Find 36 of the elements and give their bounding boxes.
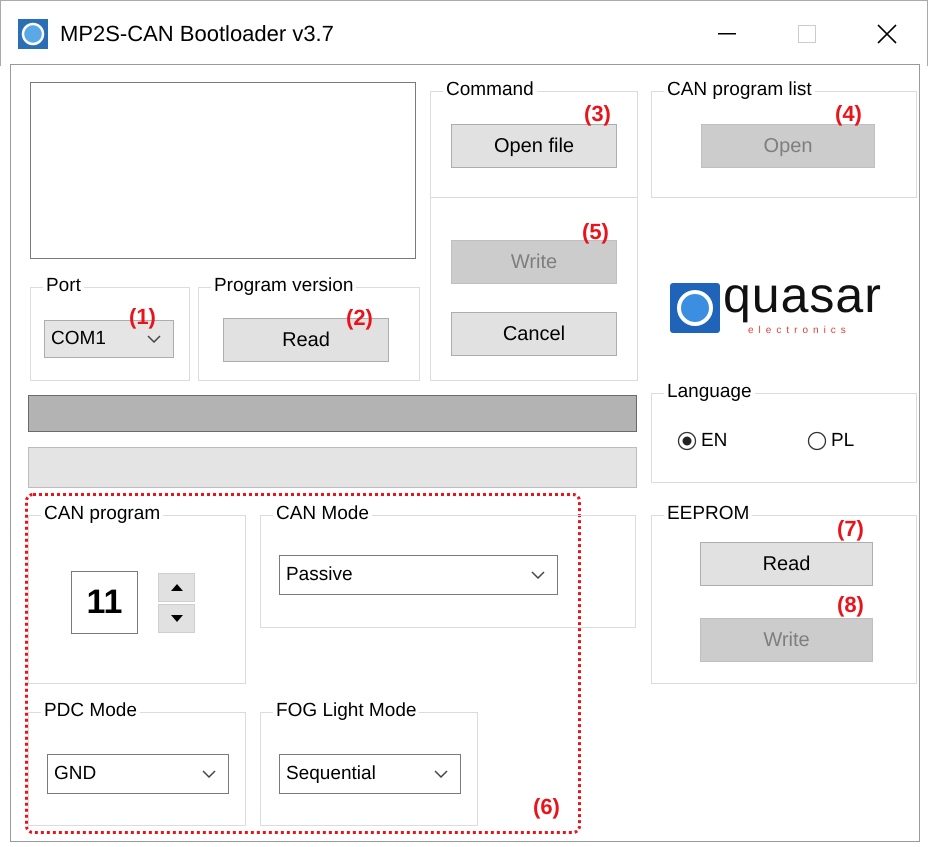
button[interactable]: Cancel xyxy=(451,312,617,356)
dropdown[interactable]: Passive xyxy=(279,555,558,595)
logo-wordmark: quasar xyxy=(723,266,882,324)
radio-label[interactable]: PL xyxy=(831,430,854,452)
annotation-label: (4) xyxy=(835,102,862,126)
close-icon[interactable] xyxy=(877,24,897,44)
group-label: Program version xyxy=(211,275,356,297)
annotation-label: (7) xyxy=(837,517,864,541)
window-title: MP2S-CAN Bootloader v3.7 xyxy=(60,20,335,46)
group-label: CAN program xyxy=(41,503,164,525)
number-field[interactable]: 11 xyxy=(71,571,138,634)
annotation-label: (8) xyxy=(837,593,864,617)
annotation-label: (6) xyxy=(533,795,560,819)
spin-up-button[interactable] xyxy=(158,573,195,602)
annotation-label: (3) xyxy=(584,102,611,126)
down-triangle-icon xyxy=(170,615,182,622)
minimize-icon[interactable] xyxy=(718,32,736,34)
button[interactable]: Read xyxy=(700,542,873,586)
chevron-down-icon xyxy=(202,770,216,778)
spin-down-button[interactable] xyxy=(158,604,195,633)
logo-tagline: electronics xyxy=(748,325,851,336)
radio-button[interactable] xyxy=(677,431,697,451)
radio-label[interactable]: EN xyxy=(701,430,728,452)
group-label: Language xyxy=(664,381,755,403)
up-triangle-icon xyxy=(170,584,182,591)
group-label: FOG Light Mode xyxy=(273,700,420,722)
radio-button[interactable] xyxy=(807,431,827,451)
dropdown[interactable]: GND xyxy=(47,754,229,794)
group-label: CAN program list xyxy=(664,79,815,101)
chevron-down-icon xyxy=(147,335,161,343)
maximize-icon xyxy=(798,24,816,42)
chevron-down-icon xyxy=(531,571,545,579)
dropdown[interactable]: Sequential xyxy=(279,754,461,794)
app-icon xyxy=(18,18,48,48)
logo-icon xyxy=(670,283,720,333)
chevron-down-icon xyxy=(434,770,448,778)
